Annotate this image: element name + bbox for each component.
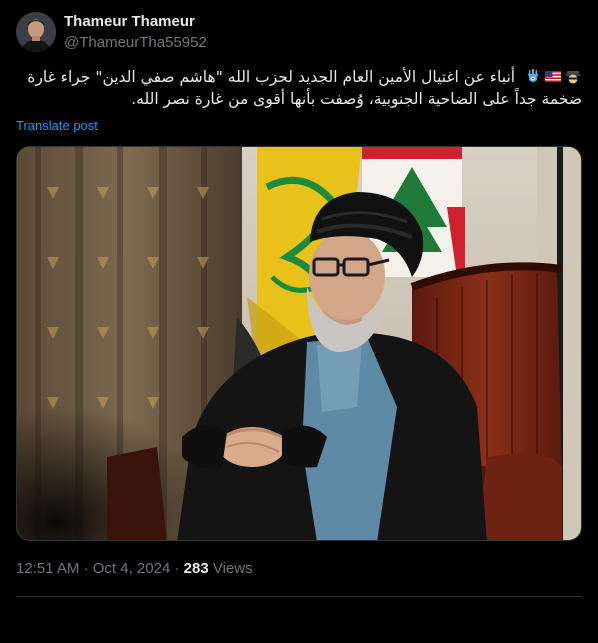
post-meta: 12:51 AM · Oct 4, 2024 · 283 Views [16, 560, 253, 577]
author-avatar[interactable] [16, 12, 56, 52]
detective-icon [565, 71, 581, 84]
author-name[interactable]: Thameur Thameur [64, 13, 195, 30]
views-count[interactable]: 283 [184, 560, 209, 577]
divider [16, 596, 582, 597]
us-flag-icon [545, 71, 561, 82]
views-label: Views [212, 560, 253, 577]
post-date[interactable]: Oct 4, 2024 [93, 560, 171, 577]
meta-separator: · [83, 560, 89, 577]
author-handle[interactable]: @ThameurTha55952 [64, 34, 207, 51]
hamsa-icon [527, 69, 539, 82]
post-text-line-2: ضخمة جداً على الضاحية الجنوبية، وُصفت بأ… [131, 90, 582, 108]
post-time[interactable]: 12:51 AM [16, 560, 79, 577]
emoji-group [524, 67, 582, 85]
portrait-photo-icon [17, 147, 581, 540]
meta-separator-2: · [174, 560, 180, 577]
translate-post-link[interactable]: Translate post [16, 118, 98, 133]
post-text-line-1: أنباء عن اغتيال الأمين العام الجديد لحزب… [16, 66, 582, 88]
tweet-post: Thameur Thameur @ThameurTha55952 أنباء ع… [0, 0, 598, 643]
post-text-line-1-content: أنباء عن اغتيال الأمين العام الجديد لحزب… [27, 68, 516, 86]
post-media-image[interactable] [16, 146, 582, 541]
post-text: أنباء عن اغتيال الأمين العام الجديد لحزب… [16, 66, 582, 110]
profile-photo-icon [16, 12, 56, 52]
